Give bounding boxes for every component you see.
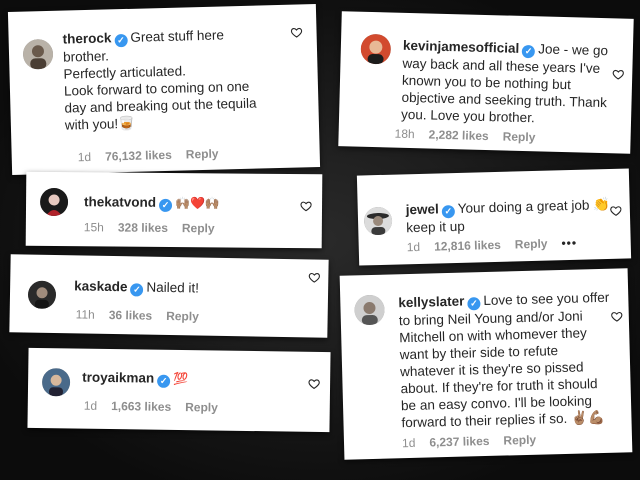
avatar[interactable] — [354, 294, 385, 326]
comment-line: day and breaking out the tequila — [64, 95, 257, 116]
comment-line: Mitchell on with whomever they — [399, 325, 587, 346]
comment-meta: 1d 76,132 likes Reply — [78, 146, 233, 165]
comment-line: Joe - we go — [538, 41, 609, 59]
username[interactable]: thekatvond — [84, 194, 156, 210]
comment-line: with you!🥃 — [64, 115, 136, 133]
timestamp[interactable]: 11h — [76, 307, 95, 321]
timestamp[interactable]: 1d — [402, 436, 416, 450]
comment-card-thekatvond: thekatvond ✓ 🙌🏽❤️🙌🏽 15h 328 likes Reply — [25, 171, 323, 249]
username[interactable]: troyaikman — [82, 370, 154, 386]
timestamp[interactable]: 1d — [78, 150, 92, 164]
comment-line: Perfectly articulated. — [63, 63, 187, 82]
comment-text: jewel ✓ Your doing a great job 👏 keep it u… — [406, 196, 623, 237]
reply-button[interactable]: Reply — [515, 237, 548, 252]
reply-button[interactable]: Reply — [503, 433, 536, 448]
comment-card-kevinjamesofficial: kevinjamesofficial ✓ Joe - we go way back … — [338, 11, 634, 154]
verified-badge-icon: ✓ — [158, 198, 173, 212]
comment-line: Great stuff here — [130, 27, 225, 45]
verified-badge-icon: ✓ — [157, 374, 171, 388]
timestamp[interactable]: 18h — [394, 127, 414, 142]
heart-outline-icon[interactable] — [308, 378, 320, 390]
username[interactable]: jewel — [406, 201, 439, 217]
heart-outline-icon[interactable] — [290, 26, 303, 38]
comment-card-kaskade: kaskade ✓ Nailed it! 11h 36 likes Reply — [9, 254, 329, 338]
reply-button[interactable]: Reply — [186, 147, 219, 162]
comment-meta: 1d 12,816 likes Reply ••• — [407, 235, 592, 254]
comment-text: kevinjamesofficial ✓ Joe - we go way back … — [401, 37, 629, 129]
heart-outline-icon[interactable] — [611, 310, 623, 322]
comment-line: keep it up — [406, 218, 465, 236]
username[interactable]: kellyslater — [398, 294, 464, 311]
likes-count[interactable]: 36 likes — [109, 308, 153, 323]
comment-line: brother. — [62, 48, 110, 65]
comment-line: forward to their replies if so. ✌🏽💪🏽 — [401, 409, 605, 431]
avatar[interactable] — [363, 206, 393, 236]
likes-count[interactable]: 1,663 likes — [111, 399, 171, 414]
verified-badge-icon: ✓ — [114, 33, 128, 48]
avatar[interactable] — [22, 38, 54, 70]
comment-line: 💯 — [173, 371, 189, 387]
reply-button[interactable]: Reply — [503, 129, 536, 144]
reply-button[interactable]: Reply — [185, 400, 218, 414]
likes-count[interactable]: 76,132 likes — [105, 148, 172, 164]
heart-outline-icon[interactable] — [612, 68, 624, 80]
avatar[interactable] — [360, 33, 392, 65]
comment-text: thekatvond ✓ 🙌🏽❤️🙌🏽 — [84, 193, 304, 213]
verified-badge-icon: ✓ — [521, 44, 536, 59]
username[interactable]: kevinjamesofficial — [403, 38, 520, 56]
comment-card-therock: therock ✓ Great stuff here brother. Perfec… — [7, 3, 321, 176]
comment-text: therock ✓ Great stuff here brother. Perfec… — [62, 24, 305, 133]
comment-text: troyaikman ✓ 💯 — [82, 369, 302, 390]
avatar[interactable] — [41, 368, 71, 397]
comment-line: want by their side to refute — [399, 343, 559, 363]
more-options-icon[interactable]: ••• — [561, 236, 577, 250]
avatar[interactable] — [27, 280, 57, 310]
verified-badge-icon: ✓ — [130, 283, 144, 297]
comment-meta: 15h 328 likes Reply — [84, 220, 229, 235]
comment-meta: 11h 36 likes Reply — [76, 307, 213, 323]
comment-meta: 1d 6,237 likes Reply — [402, 432, 550, 451]
comment-text: kaskade ✓ Nailed it! — [74, 277, 294, 299]
reply-button[interactable]: Reply — [166, 309, 199, 324]
comment-line: Nailed it! — [146, 279, 200, 296]
comment-card-kellyslater: kellyslater ✓ Love to see you offer to bri… — [339, 268, 633, 460]
comment-line: Your doing a great job 👏 — [457, 196, 611, 216]
likes-count[interactable]: 12,816 likes — [434, 238, 501, 254]
reply-button[interactable]: Reply — [182, 221, 215, 235]
likes-count[interactable]: 6,237 likes — [429, 434, 489, 450]
verified-badge-icon: ✓ — [441, 205, 456, 219]
comment-meta: 18h 2,282 likes Reply — [394, 127, 549, 145]
likes-count[interactable]: 328 likes — [118, 221, 168, 235]
comment-line: known you to be nothing but — [401, 72, 572, 93]
comment-text: kellyslater ✓ Love to see you offer to bri… — [398, 288, 628, 431]
likes-count[interactable]: 2,282 likes — [428, 128, 488, 144]
heart-outline-icon[interactable] — [610, 205, 622, 217]
comment-line: you. Love you brother. — [400, 106, 535, 126]
timestamp[interactable]: 1d — [407, 240, 421, 254]
heart-outline-icon[interactable] — [300, 200, 312, 212]
avatar[interactable] — [39, 187, 69, 217]
username[interactable]: therock — [62, 30, 111, 46]
username[interactable]: kaskade — [74, 278, 128, 294]
comment-line: 🙌🏽❤️🙌🏽 — [175, 196, 220, 211]
comment-card-troyaikman: troyaikman ✓ 💯 1d 1,663 likes Reply — [27, 347, 331, 433]
heart-outline-icon[interactable] — [308, 271, 321, 283]
comment-card-jewel: jewel ✓ Your doing a great job 👏 keep it u… — [356, 168, 632, 266]
verified-badge-icon: ✓ — [467, 297, 481, 311]
comment-meta: 1d 1,663 likes Reply — [84, 399, 232, 415]
timestamp[interactable]: 1d — [84, 399, 98, 413]
timestamp[interactable]: 15h — [84, 220, 104, 234]
comment-line: Love to see you offer — [483, 289, 610, 309]
